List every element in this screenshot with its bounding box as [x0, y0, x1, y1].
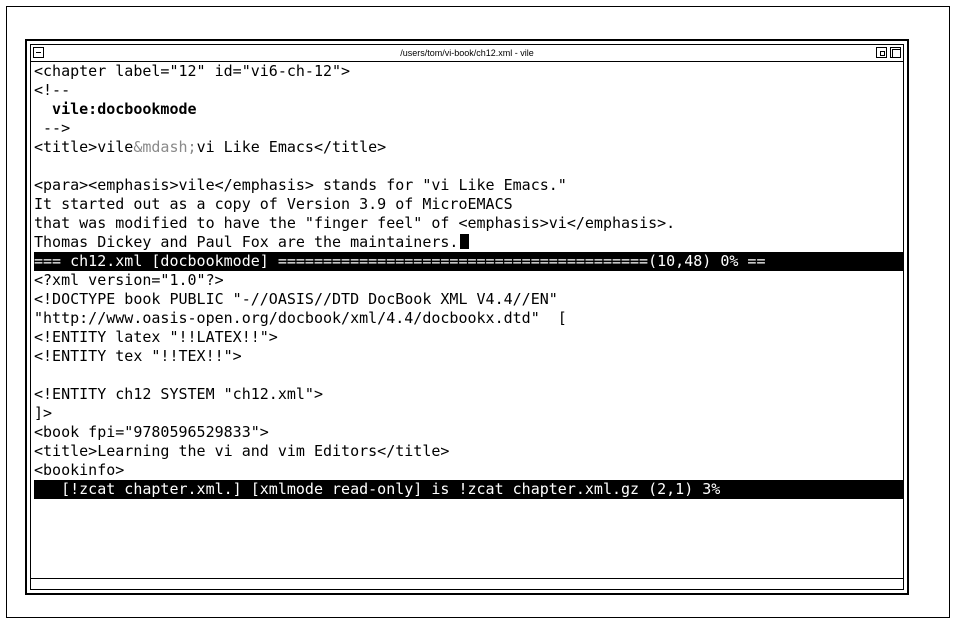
line-text: that was modified to have the "finger fe… [34, 214, 459, 232]
buffer-line: <chapter label="12" id="vi6-ch-12"> [34, 62, 351, 80]
mode-line-lower: [!zcat chapter.xml.] [xmlmode read-only]… [34, 480, 904, 499]
buffer-line: "http://www.oasis-open.org/docbook/xml/4… [34, 309, 567, 327]
title-bar[interactable]: /users/tom/vi-book/ch12.xml - vile [31, 45, 903, 62]
window-menu-icon[interactable] [33, 47, 44, 58]
buffer-line: --> [34, 119, 71, 137]
buffer-line: ]> [34, 404, 53, 422]
buffer-line: <book fpi="9780596529833"> [34, 423, 269, 441]
lower-buffer[interactable]: <?xml version="1.0"?> <!DOCTYPE book PUB… [34, 271, 904, 480]
mode-line-upper: === ch12.xml [docbookmode] =============… [34, 252, 904, 271]
buffer-line: <!ENTITY latex "!!LATEX!!"> [34, 328, 278, 346]
buffer-line: that was modified to have the "finger fe… [34, 214, 904, 233]
buffer-line: <!DOCTYPE book PUBLIC "-//OASIS//DTD Doc… [34, 290, 558, 308]
buffer-line: <title>Learning the vi and vim Editors</… [34, 442, 450, 460]
buffer-line: It started out as a copy of Version 3.9 … [34, 195, 513, 213]
buffer-line: <bookinfo> [34, 461, 125, 479]
buffer-line: <!-- [34, 81, 71, 99]
buffer-line: <!ENTITY ch12 SYSTEM "ch12.xml"> [34, 385, 323, 403]
buffer-line: <title>vile&mdash;vi Like Emacs</title> [34, 138, 904, 157]
line-text: Thomas Dickey and Paul Fox are the maint… [34, 233, 459, 251]
mdash-entity: &mdash; [133, 138, 197, 156]
minimize-icon[interactable] [876, 47, 887, 58]
buffer-line: vile:docbookmode [34, 100, 197, 118]
vile-window[interactable]: /users/tom/vi-book/ch12.xml - vile <chap… [25, 39, 909, 595]
buffer-line: <!ENTITY tex "!!TEX!!"> [34, 347, 242, 365]
window-bottom-border [31, 578, 903, 589]
buffer-line: <?xml version="1.0"?> [34, 271, 224, 289]
editor-area[interactable]: <chapter label="12" id="vi6-ch-12"> <!--… [34, 62, 904, 499]
text-cursor [460, 234, 470, 249]
window-title: /users/tom/vi-book/ch12.xml - vile [400, 48, 534, 58]
title-close-text: vi Like Emacs</title> [196, 138, 387, 156]
buffer-line: Thomas Dickey and Paul Fox are the maint… [34, 233, 904, 252]
emphasis-tag-text: <emphasis>vi</emphasis>. [458, 214, 676, 232]
title-open-text: <title>vile [34, 138, 134, 156]
buffer-line: <para><emphasis>vile</emphasis> stands f… [34, 176, 567, 194]
buffer-line [34, 157, 904, 176]
buffer-line [34, 366, 904, 385]
upper-buffer[interactable]: <chapter label="12" id="vi6-ch-12"> <!--… [34, 62, 904, 252]
maximize-icon[interactable] [890, 47, 901, 58]
